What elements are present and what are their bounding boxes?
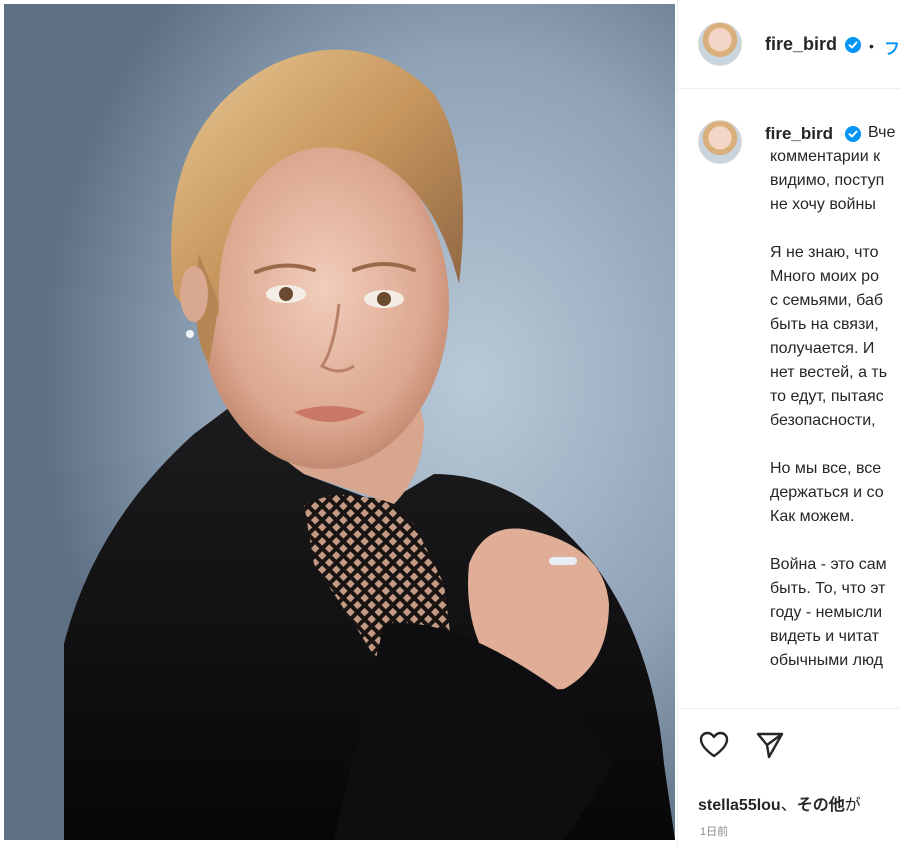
caption-line: быть. То, что эт [770,580,886,597]
caption-line: безопасности, [770,412,876,429]
caption-author-avatar[interactable] [698,120,742,164]
caption-line: году - немысли [770,604,883,621]
post-actions: stella55lou、その他が 1日前 [678,708,900,846]
caption-line: комментарии к [770,148,881,165]
likes-user[interactable]: stella55lou [698,797,781,814]
likes-separator: 、 [780,797,797,814]
heart-icon[interactable] [698,729,730,761]
likes-suffix: が [844,797,861,814]
caption-paragraph-4: Война - это сам быть. То, что эт году - … [770,553,900,673]
instagram-post-window: fire_bird • フ fire_bird Вче комментарии … [0,0,900,846]
caption-line: быть на связи, [770,316,879,333]
follow-button[interactable]: フ [884,35,900,59]
caption-paragraph-1: Вче комментарии к видимо, поступ не хочу… [770,121,900,217]
caption-line: видимо, поступ [770,172,885,189]
caption-paragraph-2: Я не знаю, что Много моих ро с семьями, … [770,241,900,433]
post-header: fire_bird • フ [678,0,900,89]
header-separator: • [869,38,874,54]
author-username[interactable]: fire_bird [765,34,837,55]
author-avatar[interactable] [698,22,742,66]
post-timestamp[interactable]: 1日前 [700,823,728,839]
portrait-image [4,4,675,840]
caption-line: то едут, пытаяс [770,388,884,405]
caption-line: не хочу войны [770,196,876,213]
caption-line: держаться и со [770,484,884,501]
verified-badge-icon [845,37,861,53]
caption-line: видеть и читат [770,628,879,645]
likes-summary: stella55lou、その他が [698,791,861,815]
paper-plane-icon[interactable] [754,729,786,761]
caption-line: получается. И [770,340,875,357]
caption-line: обычными люд [770,652,883,669]
likes-others[interactable]: その他 [797,797,845,814]
caption-line: Я не знаю, что [770,244,879,261]
caption-line: Вче [868,124,896,141]
caption-line: Как можем. [770,508,855,525]
caption-line: Война - это сам [770,556,887,573]
caption-line: с семьями, баб [770,292,884,309]
caption-paragraph-3: Но мы все, все держаться и со Как можем. [770,457,900,529]
caption-line: Но мы все, все [770,460,882,477]
post-caption: Вче комментарии к видимо, поступ не хочу… [770,121,900,697]
caption-line: Много моих ро [770,268,879,285]
caption-line: нет вестей, а ть [770,364,888,381]
post-sidebar: fire_bird • フ fire_bird Вче комментарии … [677,0,900,846]
post-photo[interactable] [4,4,675,840]
